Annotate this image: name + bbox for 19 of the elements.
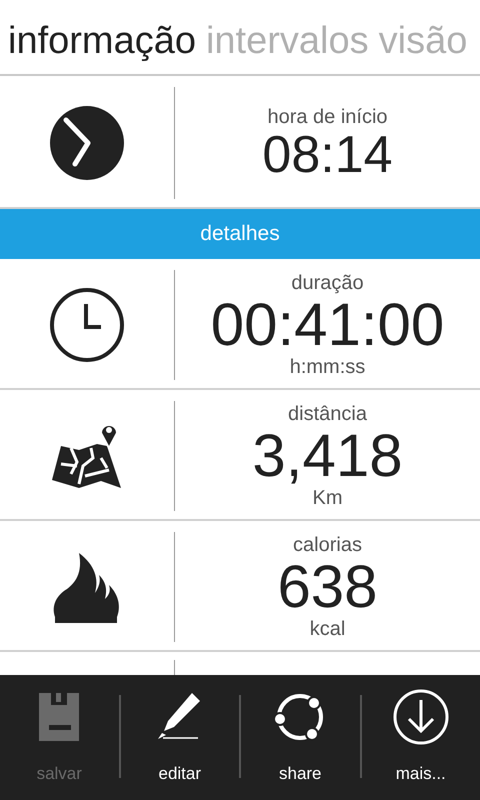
app-bar-button[interactable]: editar <box>120 687 239 786</box>
metric-value: 3,418 <box>252 426 403 486</box>
section-header: detalhes <box>0 209 480 259</box>
tab[interactable]: informação <box>8 22 196 60</box>
app-bar-button[interactable]: share <box>241 687 360 786</box>
app-bar-button[interactable]: mais... <box>362 687 480 786</box>
metric-unit: h:mm:ss <box>290 355 366 379</box>
metric-value: 08:14 <box>262 129 393 181</box>
metric-unit: Km <box>312 486 342 510</box>
clock-icon <box>49 287 125 363</box>
metric-value: 00:41:00 <box>210 295 444 355</box>
metric-unit: kcal <box>310 617 346 641</box>
metric-value: 638 <box>277 557 378 617</box>
clock-icon <box>49 105 125 181</box>
metric-label: calorias <box>293 533 362 557</box>
metric-label: hora de início <box>267 105 388 129</box>
download-icon <box>390 687 451 747</box>
metric-label: duração <box>291 271 364 295</box>
metric-label: distância <box>288 402 367 426</box>
